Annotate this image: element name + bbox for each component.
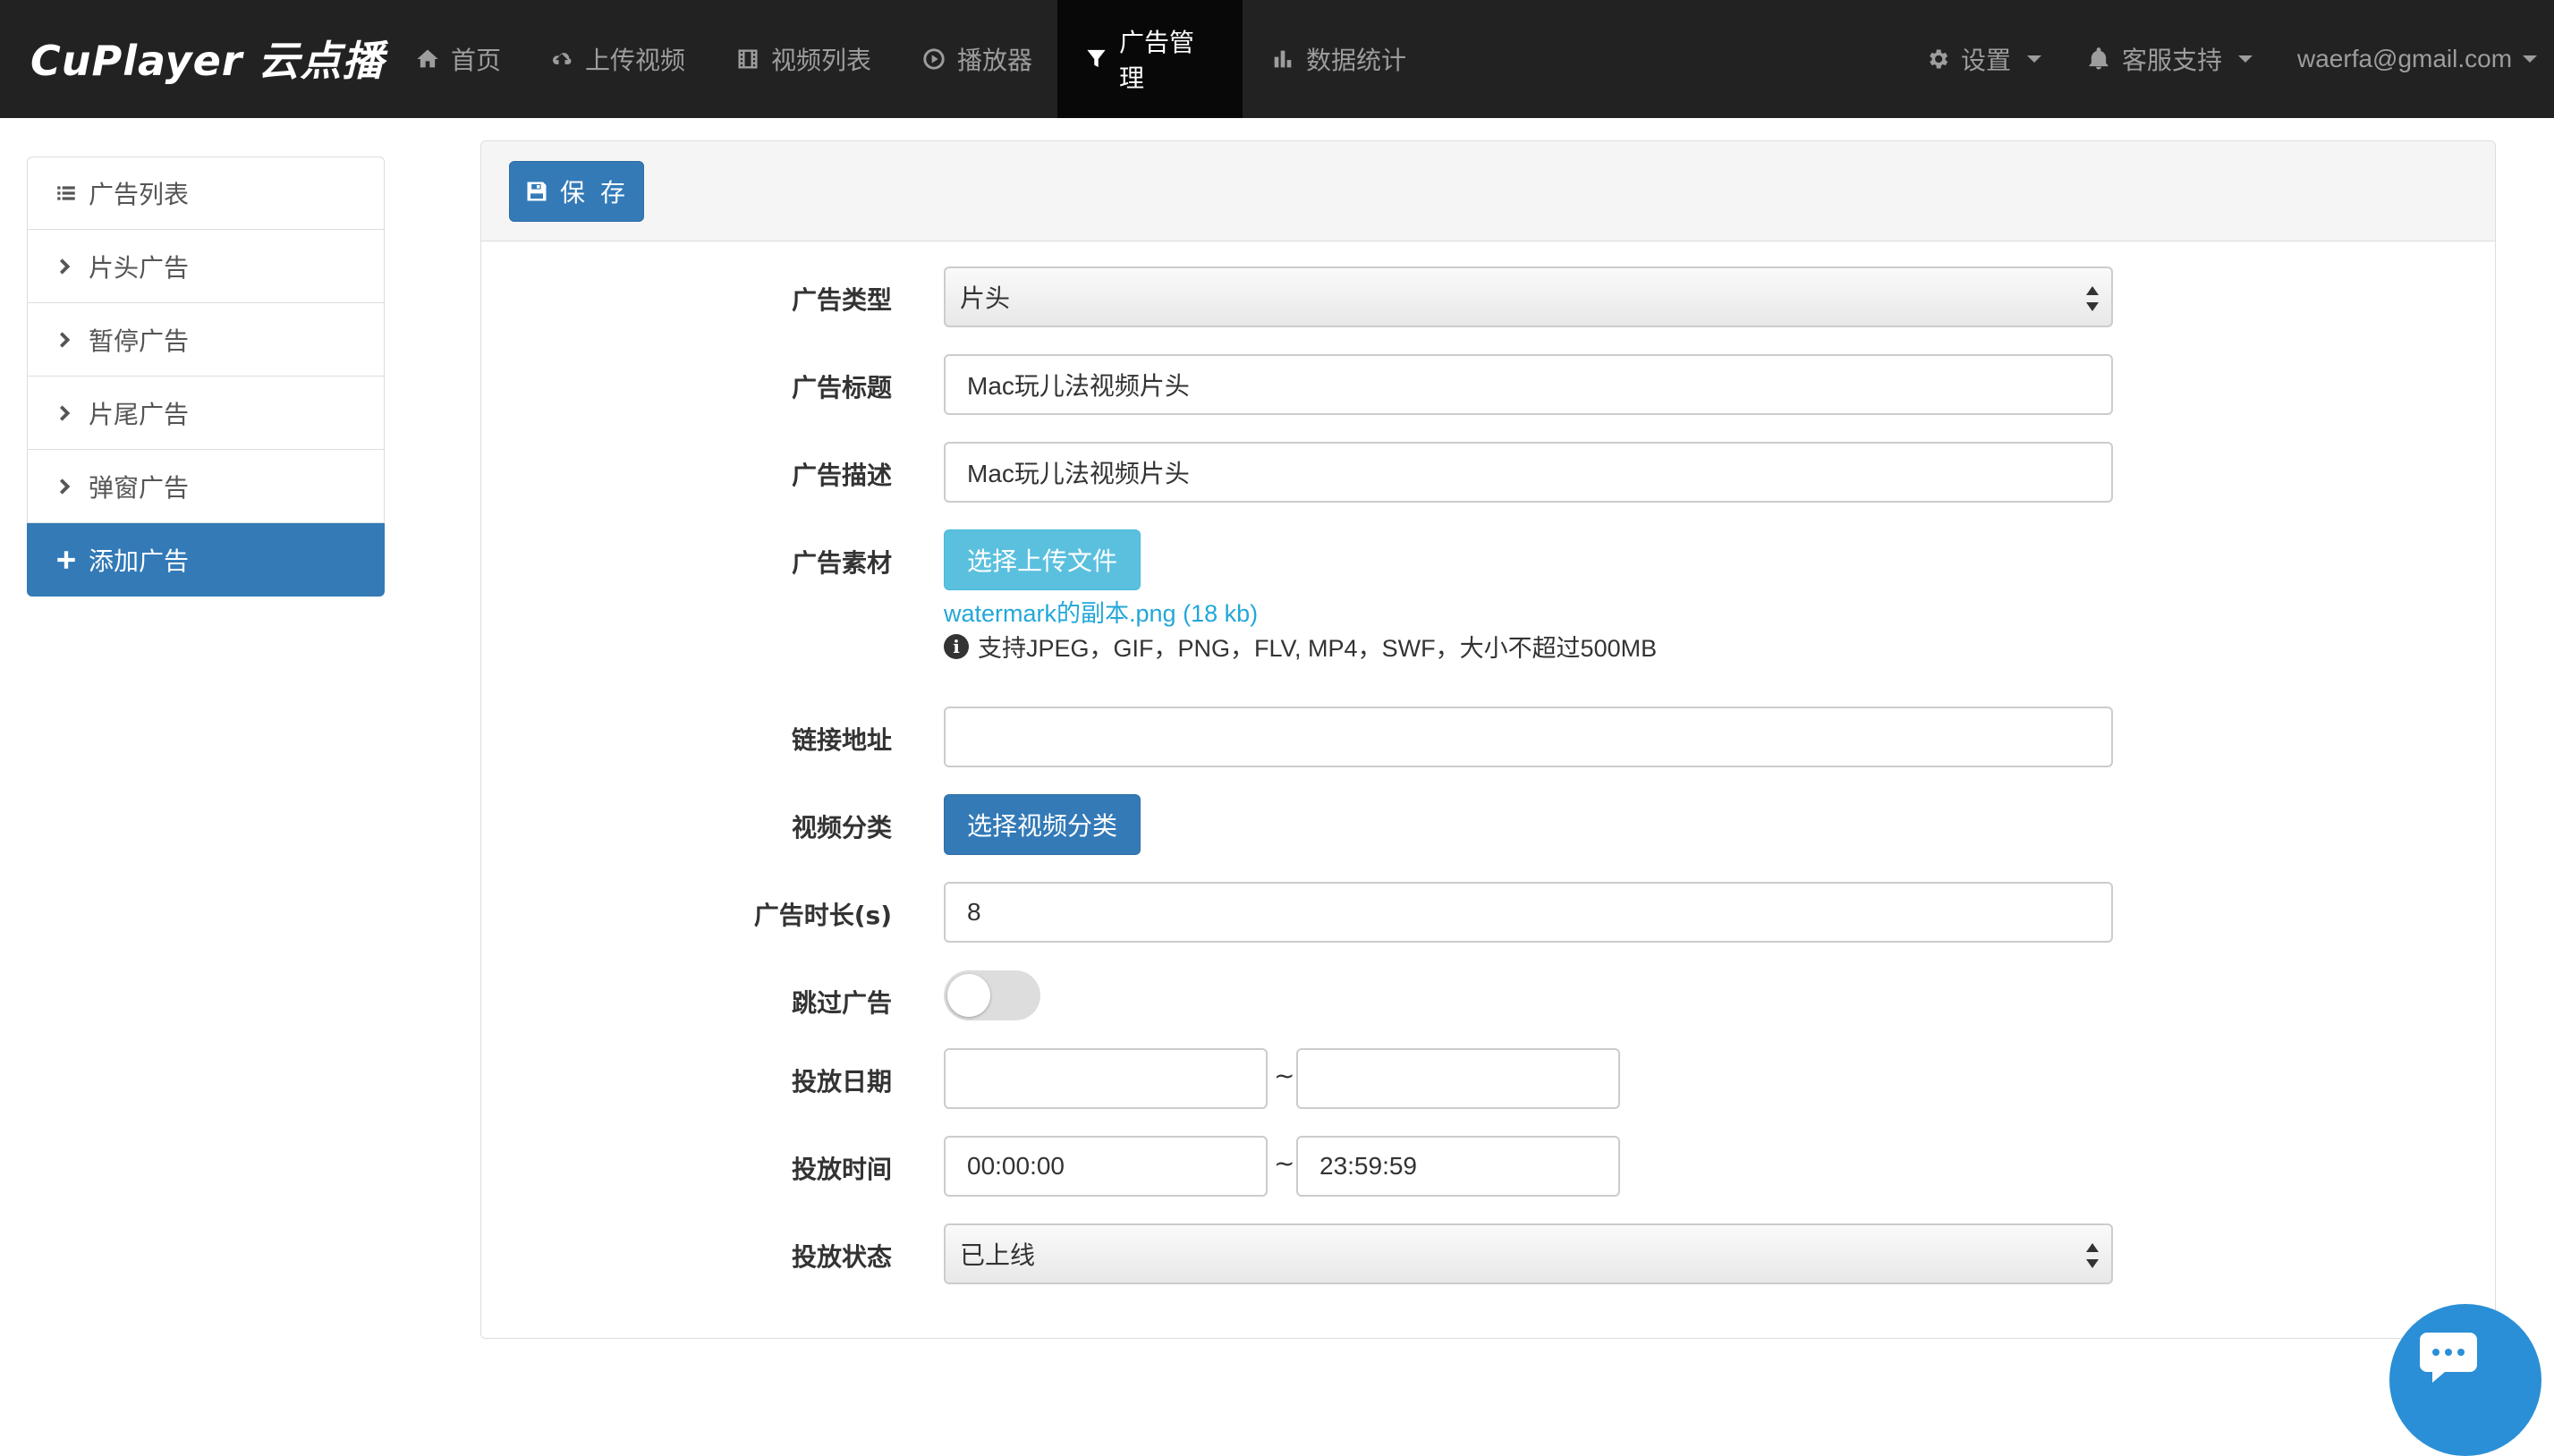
- ad-type-select[interactable]: 片头: [944, 267, 2113, 327]
- select-arrows-icon: [2086, 286, 2099, 311]
- nav-item-player[interactable]: 播放器: [895, 0, 1059, 118]
- brand-logo[interactable]: CuPlayer 云点播: [30, 27, 385, 89]
- nav-item-label: 首页: [451, 46, 502, 75]
- link-url-input[interactable]: [944, 707, 2113, 767]
- nav-item-stats[interactable]: 数据统计: [1243, 0, 1433, 118]
- chat-support-button[interactable]: [2389, 1304, 2541, 1456]
- end-time-input[interactable]: 23:59:59: [1296, 1136, 1620, 1197]
- time-range-label: 投放时间: [791, 1155, 892, 1184]
- sidebar-item-label: 广告列表: [89, 180, 190, 209]
- floppy-disk-icon: [527, 182, 547, 201]
- user-dropdown[interactable]: waerfa@gmail.com: [2270, 0, 2538, 118]
- nav-item-label: 视频列表: [771, 46, 872, 75]
- sidebar-item-preroll-ad[interactable]: 片头广告: [27, 230, 385, 303]
- sidebar-item-add-ad[interactable]: 添加广告: [27, 523, 385, 597]
- video-category-label: 视频分类: [791, 813, 892, 842]
- nav-item-video-list[interactable]: 视频列表: [709, 0, 898, 118]
- sidebar-item-label: 片尾广告: [89, 399, 190, 429]
- start-time-value: 00:00:00: [967, 1152, 1065, 1180]
- nav-item-label: 上传视频: [585, 46, 686, 75]
- chevron-right-icon: [59, 331, 71, 348]
- nav-item-ad-manage[interactable]: 广告管理: [1057, 0, 1243, 118]
- sidebar-item-ad-list[interactable]: 广告列表: [27, 157, 385, 230]
- ad-desc-label: 广告描述: [791, 461, 892, 490]
- ad-title-input[interactable]: Mac玩儿法视频片头: [944, 354, 2113, 415]
- sidebar: 广告列表 片头广告 暂停广告 片尾广告 弹窗广告 添加广告: [27, 157, 385, 597]
- ad-desc-value: Mac玩儿法视频片头: [967, 460, 1190, 487]
- status-label: 投放状态: [791, 1242, 892, 1272]
- sidebar-item-label: 弹窗广告: [89, 472, 190, 503]
- bell-icon: [2089, 47, 2109, 70]
- nav-item-home[interactable]: 首页: [388, 0, 528, 118]
- home-icon: [417, 49, 438, 68]
- sidebar-item-label: 添加广告: [89, 546, 190, 576]
- user-email: waerfa@gmail.com: [2297, 45, 2513, 72]
- end-time-value: 23:59:59: [1319, 1152, 1417, 1180]
- sidebar-item-label: 片头广告: [89, 252, 190, 283]
- panel-toolbar: 保 存: [481, 141, 2495, 241]
- status-value: 已上线: [960, 1240, 1036, 1270]
- skip-ad-label: 跳过广告: [791, 988, 892, 1018]
- ad-duration-value: 8: [967, 898, 981, 926]
- select-arrows-icon: [2086, 1243, 2099, 1268]
- chevron-right-icon: [59, 258, 71, 275]
- settings-label: 设置: [1961, 46, 2012, 75]
- save-button[interactable]: 保 存: [509, 161, 644, 222]
- play-circle-icon: [923, 48, 945, 70]
- upload-help: i 支持JPEG，GIF，PNG，FLV, MP4，SWF，大小不超过500MB: [944, 629, 1657, 664]
- sidebar-item-label: 暂停广告: [89, 326, 190, 356]
- support-label: 客服支持: [2122, 46, 2223, 75]
- caret-down-icon: [2523, 55, 2538, 63]
- toggle-knob: [947, 974, 990, 1017]
- ad-type-value: 片头: [960, 284, 1011, 313]
- upload-file-button[interactable]: 选择上传文件: [944, 529, 1141, 590]
- ad-material-label: 广告素材: [791, 548, 892, 578]
- sidebar-item-popup-ad[interactable]: 弹窗广告: [27, 450, 385, 523]
- nav-item-label: 广告管理: [1119, 28, 1195, 93]
- ad-title-value: Mac玩儿法视频片头: [967, 372, 1190, 400]
- sidebar-item-pause-ad[interactable]: 暂停广告: [27, 303, 385, 377]
- cloud-upload-icon: [553, 53, 572, 64]
- end-date-input[interactable]: [1296, 1048, 1620, 1109]
- ad-duration-label: 广告时长(s): [753, 901, 892, 930]
- select-video-category-button[interactable]: 选择视频分类: [944, 794, 1141, 855]
- nav-item-upload[interactable]: 上传视频: [522, 0, 712, 118]
- nav-item-label: 数据统计: [1306, 46, 1407, 75]
- support-dropdown[interactable]: 客服支持: [2059, 0, 2279, 118]
- ad-desc-input[interactable]: Mac玩儿法视频片头: [944, 442, 2113, 503]
- caret-down-icon: [2238, 55, 2253, 63]
- bar-chart-icon: [1274, 50, 1292, 68]
- gear-icon: [1930, 49, 1948, 69]
- ad-duration-input[interactable]: 8: [944, 882, 2113, 943]
- chevron-right-icon: [59, 478, 71, 495]
- start-time-input[interactable]: 00:00:00: [944, 1136, 1268, 1197]
- chat-bubble-icon: [2420, 1333, 2477, 1383]
- chevron-right-icon: [59, 404, 71, 421]
- date-separator: ~: [1274, 1061, 1295, 1090]
- settings-dropdown[interactable]: 设置: [1898, 0, 2068, 118]
- save-label: 保 存: [560, 178, 629, 207]
- caret-down-icon: [2027, 55, 2042, 63]
- nav-item-label: 播放器: [957, 46, 1033, 75]
- list-icon: [57, 186, 75, 200]
- upload-help-text: 支持JPEG，GIF，PNG，FLV, MP4，SWF，大小不超过500MB: [978, 635, 1658, 662]
- plus-icon: [57, 550, 75, 569]
- top-navbar: CuPlayer 云点播 首页 上传视频 视频列表 播放器 广告管理 数据统计 …: [0, 0, 2554, 118]
- ad-title-label: 广告标题: [791, 373, 892, 402]
- film-icon: [738, 49, 758, 69]
- status-select[interactable]: 已上线: [944, 1223, 2113, 1284]
- sidebar-item-postroll-ad[interactable]: 片尾广告: [27, 377, 385, 450]
- date-range-label: 投放日期: [791, 1067, 892, 1096]
- time-separator: ~: [1274, 1148, 1295, 1178]
- ad-type-label: 广告类型: [791, 285, 892, 315]
- filter-icon: [1087, 49, 1106, 67]
- info-circle-icon: i: [944, 633, 969, 659]
- link-url-label: 链接地址: [791, 725, 892, 755]
- skip-ad-toggle[interactable]: [944, 970, 1040, 1020]
- start-date-input[interactable]: [944, 1048, 1268, 1109]
- uploaded-file-link[interactable]: watermark的副本.png (18 kb): [944, 594, 1258, 629]
